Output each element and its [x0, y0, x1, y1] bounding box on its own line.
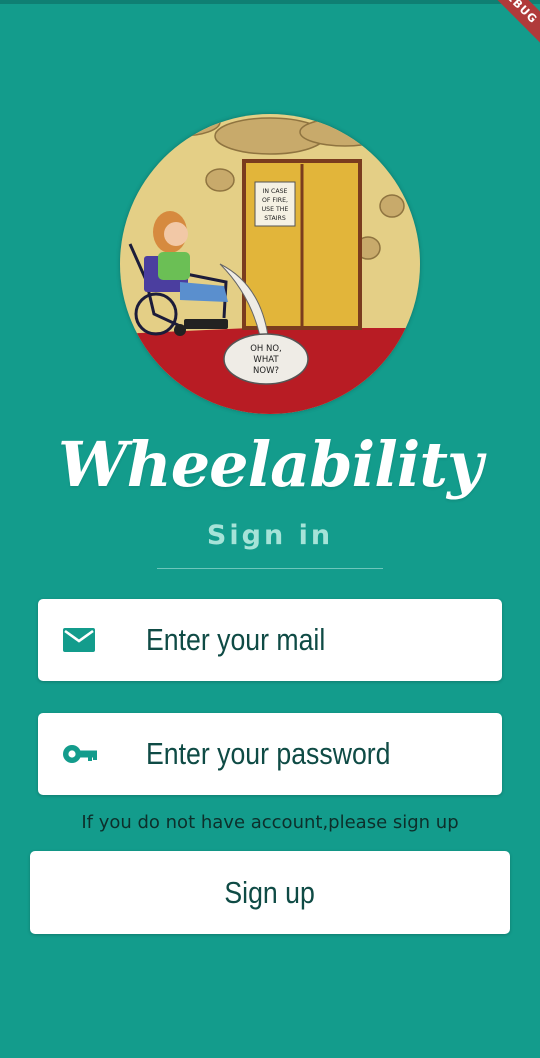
bubble-line-1: OH NO, — [250, 344, 282, 354]
sign-up-label: Sign up — [224, 874, 316, 910]
page-subtitle: Sign in — [206, 520, 334, 551]
hero-illustration: IN CASE OF FIRE, USE THE STAIRS OH NO, W… — [120, 114, 420, 414]
password-placeholder: Enter your password — [146, 736, 391, 771]
sign-line-3: USE THE — [262, 206, 289, 213]
sign-line-4: STAIRS — [264, 215, 286, 222]
status-strip — [0, 0, 540, 4]
bubble-line-3: NOW? — [253, 366, 279, 376]
email-placeholder: Enter your mail — [146, 622, 326, 657]
key-icon — [63, 740, 97, 768]
mail-icon — [63, 626, 95, 654]
bubble-line-2: WHAT — [253, 355, 279, 365]
sign-line-2: OF FIRE, — [262, 197, 288, 204]
email-field[interactable]: Enter your mail — [38, 599, 502, 681]
signup-hint: If you do not have account,please sign u… — [81, 812, 459, 833]
password-field[interactable]: Enter your password — [38, 713, 502, 795]
debug-banner: DEBUG — [467, 0, 540, 56]
app-logo: Wheelability — [58, 428, 483, 501]
sign-up-button[interactable]: Sign up — [30, 851, 510, 934]
sign-line-1: IN CASE — [263, 188, 288, 195]
divider — [157, 568, 383, 569]
